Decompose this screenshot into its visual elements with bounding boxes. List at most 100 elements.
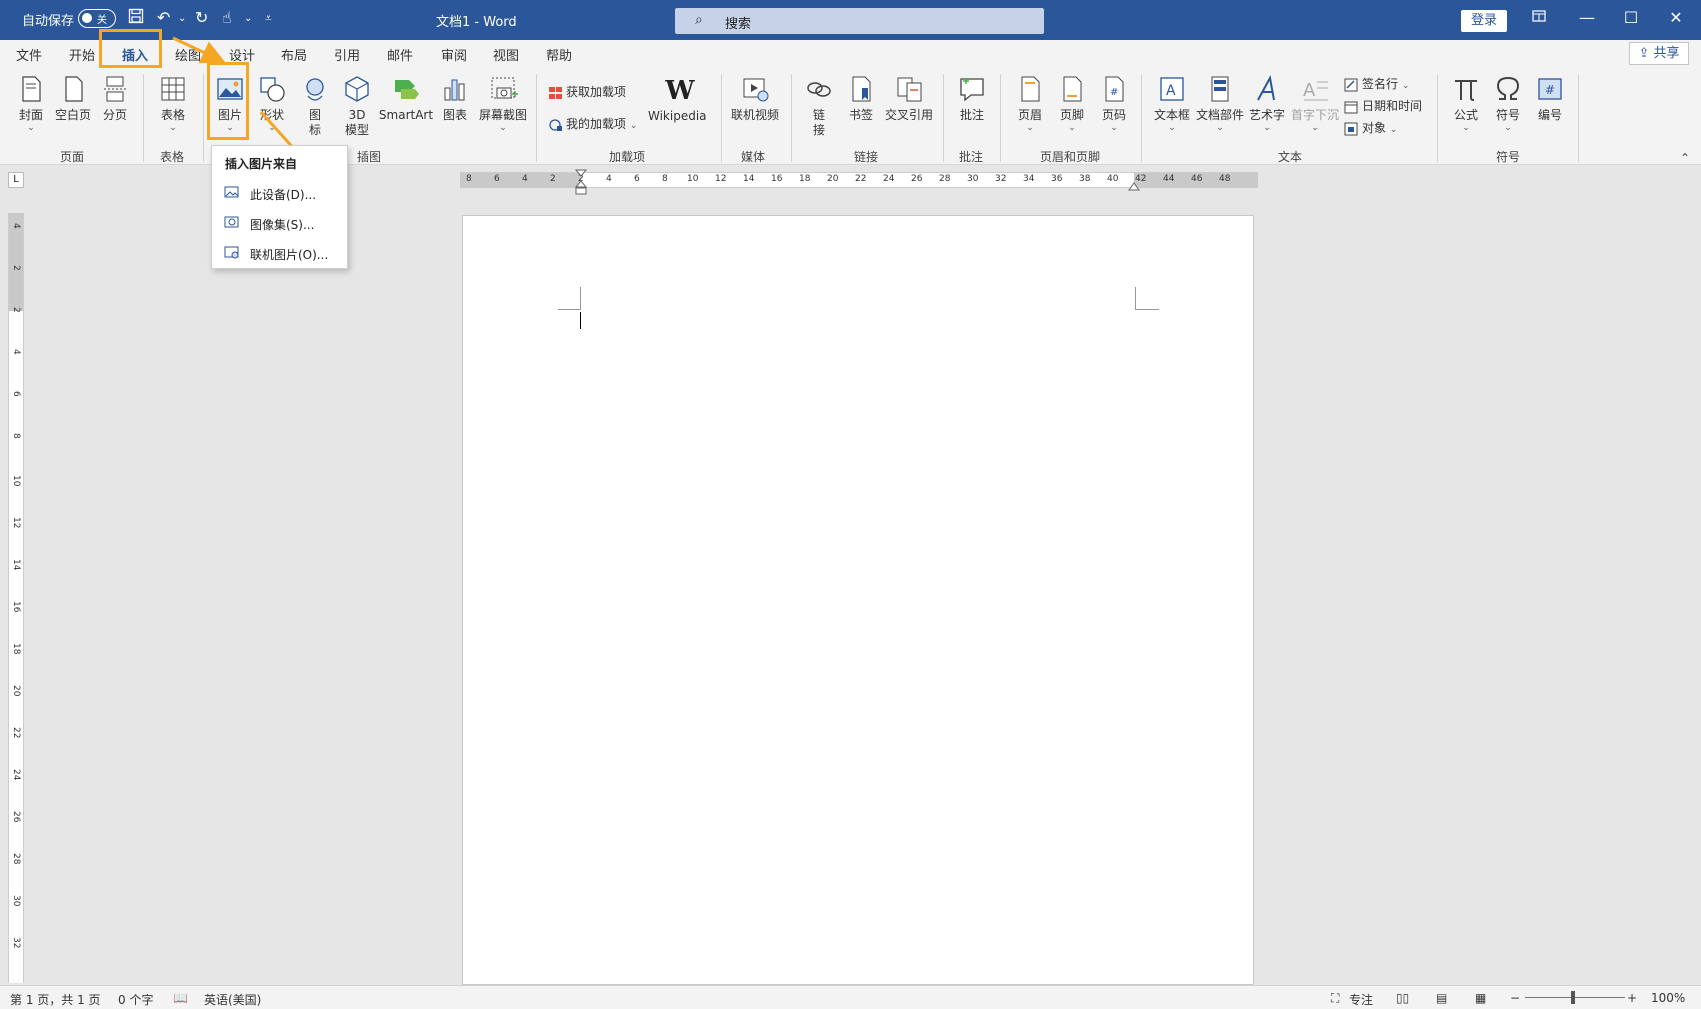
drop-cap-icon: A — [1290, 74, 1340, 106]
tab-help[interactable]: 帮助 — [546, 45, 572, 64]
separator — [1437, 74, 1438, 162]
page-count[interactable]: 第 1 页，共 1 页 — [10, 991, 101, 1008]
vertical-ruler[interactable]: 4 2 2 4 6 8 10 12 14 16 18 20 22 24 26 28 30 32 — [8, 213, 24, 983]
textbox-button[interactable]: A 文本框 ⌄ — [1149, 74, 1195, 133]
tab-home[interactable]: 开始 — [69, 45, 95, 64]
page-break-button[interactable]: 分页 — [93, 74, 137, 123]
3d-model-icon — [335, 74, 379, 106]
group-pages-label: 页面 — [60, 150, 85, 164]
cross-reference-button[interactable]: 交叉引用 — [881, 74, 937, 123]
online-video-button[interactable]: 联机视频 — [729, 74, 781, 123]
page-break-icon — [93, 74, 137, 106]
ribbon-display-icon[interactable] — [1524, 8, 1554, 27]
zoom-level[interactable]: 100% — [1651, 991, 1685, 1005]
document-title: 文档1 - Word — [436, 15, 517, 30]
web-layout-icon[interactable]: ▦ — [1475, 991, 1486, 1005]
wordart-button[interactable]: 艺术字 ⌄ — [1245, 74, 1289, 133]
login-button[interactable]: 登录 — [1461, 10, 1507, 32]
icons-button[interactable]: 图 标 — [293, 74, 337, 138]
ruler-tick-label: 4 — [11, 349, 21, 355]
zoom-slider-thumb[interactable] — [1571, 991, 1575, 1004]
document-page[interactable] — [462, 215, 1254, 985]
separator — [1578, 74, 1579, 162]
right-indent-icon[interactable] — [1127, 178, 1141, 192]
share-label: 共享 — [1653, 46, 1680, 61]
ruler-tick-label: 18 — [799, 174, 811, 184]
save-icon[interactable] — [128, 8, 144, 28]
number-button[interactable]: # 编号 — [1528, 74, 1572, 123]
drop-cap-button[interactable]: A 首字下沉 ⌄ — [1290, 74, 1340, 133]
chart-button[interactable]: 图表 — [433, 74, 477, 123]
comment-button[interactable]: 批注 — [950, 74, 994, 123]
menu-item-this-device[interactable]: 此设备(D)... — [212, 180, 347, 206]
wikipedia-label[interactable]: Wikipedia — [648, 109, 707, 123]
menu-item-stock-images[interactable]: 图像集(S)... — [212, 210, 347, 236]
word-count[interactable]: 0 个字 — [118, 991, 153, 1008]
autosave-toggle[interactable]: 关 — [78, 9, 116, 28]
my-addins-button[interactable]: 我的加载项 ⌄ — [548, 115, 637, 132]
signature-line-button[interactable]: 签名行 ⌄ — [1344, 75, 1409, 92]
share-button[interactable]: ⇪ 共享 — [1629, 42, 1689, 65]
page-number-button[interactable]: # 页码 ⌄ — [1092, 74, 1136, 133]
minimize-icon[interactable]: — — [1572, 8, 1602, 27]
get-addins-button[interactable]: 获取加载项 — [548, 83, 626, 100]
textbox-label: 文本框 — [1153, 108, 1190, 122]
print-layout-icon[interactable]: ▤ — [1436, 991, 1447, 1005]
object-button[interactable]: 对象 ⌄ — [1344, 119, 1397, 136]
tab-mailings[interactable]: 邮件 — [387, 45, 413, 64]
close-icon[interactable]: ✕ — [1661, 8, 1691, 27]
collapse-ribbon-icon[interactable]: ⌃ — [1680, 151, 1690, 165]
quick-parts-button[interactable]: 文档部件 ⌄ — [1194, 74, 1246, 133]
svg-text:#: # — [1545, 83, 1555, 97]
tab-references[interactable]: 引用 — [334, 45, 360, 64]
language-indicator[interactable]: 英语(美国) — [204, 991, 261, 1008]
smartart-icon — [378, 74, 434, 106]
date-time-button[interactable]: 日期和时间 — [1344, 97, 1422, 114]
focus-label[interactable]: 专注 — [1349, 991, 1373, 1008]
menu-item-online-pictures[interactable]: 联机图片(O)... — [212, 240, 347, 266]
touch-mode-icon[interactable]: ☝ — [222, 8, 232, 27]
undo-icon[interactable]: ↶ — [157, 8, 170, 27]
cover-page-button[interactable]: 封面 ⌄ — [9, 74, 53, 133]
zoom-out-icon[interactable]: − — [1510, 991, 1520, 1005]
tab-draw[interactable]: 绘图 — [175, 45, 201, 64]
3d-model-label-2: 模型 — [344, 123, 369, 137]
table-button[interactable]: 表格 ⌄ — [151, 74, 195, 133]
tab-selector[interactable]: L — [8, 172, 24, 188]
search-box[interactable]: ⌕ 搜索 — [675, 8, 1044, 34]
focus-icon[interactable]: ⛶ — [1331, 991, 1339, 1006]
zoom-slider[interactable] — [1525, 997, 1625, 998]
customize-toolbar-icon[interactable]: ⩡ — [265, 11, 272, 26]
touch-dropdown-icon[interactable]: ⌄ — [244, 13, 252, 24]
ruler-tick-label: 12 — [715, 174, 727, 184]
group-header-footer-label: 页眉和页脚 — [1040, 150, 1101, 164]
ruler-tick-label: 32 — [11, 937, 21, 949]
zoom-in-icon[interactable]: + — [1627, 991, 1637, 1005]
wordart-icon — [1245, 74, 1289, 106]
tab-view[interactable]: 视图 — [493, 45, 519, 64]
redo-icon[interactable]: ↻ — [195, 8, 208, 27]
menu-bar — [0, 40, 1701, 68]
tab-file[interactable]: 文件 — [16, 45, 42, 64]
proofing-icon[interactable]: 📖 — [173, 991, 188, 1005]
undo-dropdown-icon[interactable]: ⌄ — [178, 13, 186, 24]
screenshot-button[interactable]: 屏幕截图 ⌄ — [475, 74, 531, 133]
3d-model-button[interactable]: 3D 模型 — [335, 74, 379, 138]
indent-markers-icon[interactable] — [574, 168, 590, 198]
smartart-button[interactable]: SmartArt — [378, 74, 434, 123]
header-button[interactable]: 页眉 ⌄ — [1008, 74, 1052, 133]
blank-page-button[interactable]: 空白页 — [50, 74, 96, 123]
wikipedia-icon[interactable]: W — [652, 76, 708, 106]
equation-button[interactable]: 公式 ⌄ — [1444, 74, 1488, 133]
bookmark-button[interactable]: 书签 — [839, 74, 883, 123]
ruler-tick-label: 4 — [11, 223, 21, 229]
tab-layout[interactable]: 布局 — [281, 45, 307, 64]
read-mode-icon[interactable]: ▯▯ — [1396, 991, 1409, 1005]
footer-button[interactable]: 页脚 ⌄ — [1050, 74, 1094, 133]
symbol-button[interactable]: 符号 ⌄ — [1486, 74, 1530, 133]
link-button[interactable]: 链 接 — [797, 74, 841, 138]
tab-review[interactable]: 审阅 — [441, 45, 467, 64]
shapes-button[interactable]: 形状 ⌄ — [250, 74, 294, 133]
maximize-icon[interactable]: ☐ — [1616, 8, 1646, 27]
svg-text:#: # — [1110, 87, 1118, 98]
